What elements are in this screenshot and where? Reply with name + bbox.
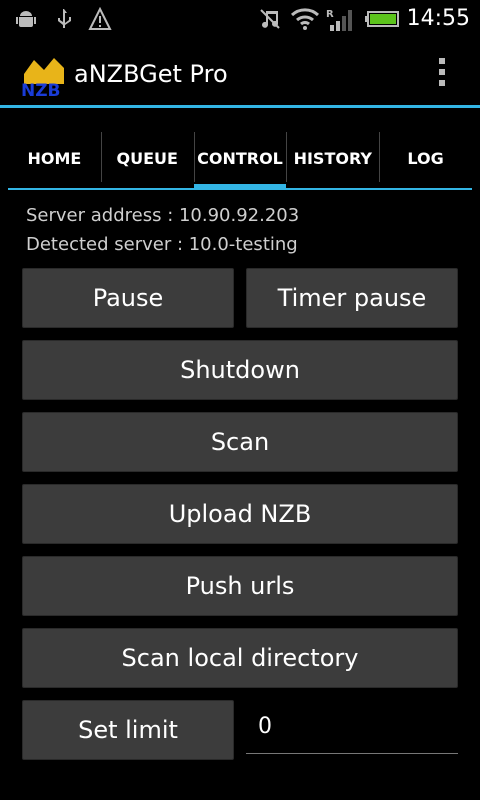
signal-icon: R bbox=[326, 9, 352, 31]
action-bar: NZB aNZBGet Pro bbox=[0, 38, 480, 108]
pause-button[interactable]: Pause bbox=[22, 268, 234, 328]
scan-button[interactable]: Scan bbox=[22, 412, 458, 472]
limit-input[interactable]: 0 bbox=[246, 700, 458, 754]
tab-queue[interactable]: QUEUE bbox=[100, 128, 194, 188]
tab-home[interactable]: HOME bbox=[8, 128, 101, 188]
logo-text: NZB bbox=[21, 81, 61, 98]
scan-local-directory-button[interactable]: Scan local directory bbox=[22, 628, 458, 688]
detected-server: Detected server : 10.0-testing bbox=[26, 234, 298, 255]
warning-icon bbox=[88, 7, 112, 30]
overflow-menu-icon[interactable] bbox=[434, 58, 450, 90]
shutdown-button[interactable]: Shutdown bbox=[22, 340, 458, 400]
tab-bar: HOME QUEUE CONTROL HISTORY LOG bbox=[8, 128, 472, 190]
clock: 14:55 bbox=[406, 6, 470, 31]
svg-text:R: R bbox=[326, 9, 334, 20]
tab-history[interactable]: HISTORY bbox=[286, 128, 379, 188]
upload-nzb-button[interactable]: Upload NZB bbox=[22, 484, 458, 544]
status-bar: R 14:55 bbox=[0, 0, 480, 38]
mute-icon bbox=[260, 9, 280, 29]
tab-control[interactable]: CONTROL bbox=[193, 128, 287, 190]
usb-icon bbox=[58, 9, 71, 28]
app-logo: NZB bbox=[21, 58, 64, 98]
timer-pause-button[interactable]: Timer pause bbox=[246, 268, 458, 328]
android-debug-icon bbox=[16, 11, 36, 27]
wifi-icon bbox=[290, 8, 320, 30]
battery-icon bbox=[365, 11, 399, 27]
app-title: aNZBGet Pro bbox=[74, 60, 228, 88]
set-limit-button[interactable]: Set limit bbox=[22, 700, 234, 760]
push-urls-button[interactable]: Push urls bbox=[22, 556, 458, 616]
server-address: Server address : 10.90.92.203 bbox=[26, 205, 300, 226]
tab-log[interactable]: LOG bbox=[379, 128, 472, 188]
